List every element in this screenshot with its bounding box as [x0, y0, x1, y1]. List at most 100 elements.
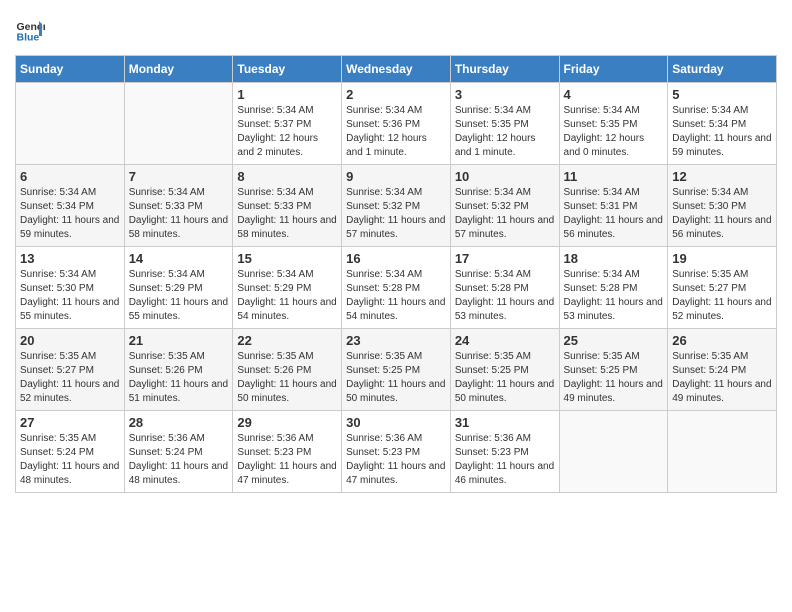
day-info: Sunrise: 5:35 AMSunset: 5:25 PMDaylight:… [346, 350, 446, 406]
calendar-cell [16, 83, 125, 165]
calendar-cell: 29 Sunrise: 5:36 AMSunset: 5:23 PMDayligh… [233, 411, 342, 493]
day-info: Sunrise: 5:35 AMSunset: 5:27 PMDaylight:… [672, 268, 772, 324]
calendar-cell: 25Sunrise: 5:35 AMSunset: 5:25 PMDayligh… [559, 329, 668, 411]
day-info: Sunrise: 5:34 AMSunset: 5:28 PMDaylight:… [455, 268, 555, 324]
calendar-cell: 8 Sunrise: 5:34 AMSunset: 5:33 PMDaylight… [233, 165, 342, 247]
calendar-cell: 19 Sunrise: 5:35 AMSunset: 5:27 PMDayligh… [668, 247, 777, 329]
day-info: Sunrise: 5:34 AMSunset: 5:32 PMDaylight:… [455, 186, 555, 242]
calendar-week-2: 6 Sunrise: 5:34 AMSunset: 5:34 PMDaylight… [16, 165, 777, 247]
day-number: 29 [237, 415, 337, 430]
day-number: 6 [20, 169, 120, 184]
weekday-header-thursday: Thursday [450, 56, 559, 83]
day-info: Sunrise: 5:36 AMSunset: 5:24 PMDaylight:… [129, 432, 229, 488]
calendar-cell: 31 Sunrise: 5:36 AMSunset: 5:23 PMDayligh… [450, 411, 559, 493]
day-info: Sunrise: 5:35 AMSunset: 5:25 PMDaylight:… [455, 350, 555, 406]
logo: General Blue [15, 15, 49, 45]
calendar-cell: 30Sunrise: 5:36 AMSunset: 5:23 PMDayligh… [342, 411, 451, 493]
day-number: 23 [346, 333, 446, 348]
day-info: Sunrise: 5:34 AMSunset: 5:34 PMDaylight:… [20, 186, 120, 242]
calendar-cell: 16Sunrise: 5:34 AMSunset: 5:28 PMDayligh… [342, 247, 451, 329]
calendar-cell: 13 Sunrise: 5:34 AMSunset: 5:30 PMDayligh… [16, 247, 125, 329]
day-info: Sunrise: 5:34 AMSunset: 5:34 PMDaylight:… [672, 104, 772, 160]
day-number: 4 [564, 87, 664, 102]
calendar-cell: 24 Sunrise: 5:35 AMSunset: 5:25 PMDayligh… [450, 329, 559, 411]
calendar-week-3: 13 Sunrise: 5:34 AMSunset: 5:30 PMDayligh… [16, 247, 777, 329]
calendar-cell [668, 411, 777, 493]
calendar-week-1: 1Sunrise: 5:34 AMSunset: 5:37 PMDaylight… [16, 83, 777, 165]
day-info: Sunrise: 5:34 AMSunset: 5:28 PMDaylight:… [346, 268, 446, 324]
day-number: 2 [346, 87, 446, 102]
day-number: 8 [237, 169, 337, 184]
day-info: Sunrise: 5:34 AMSunset: 5:33 PMDaylight:… [129, 186, 229, 242]
calendar-cell: 2 Sunrise: 5:34 AMSunset: 5:36 PMDaylight… [342, 83, 451, 165]
day-number: 19 [672, 251, 772, 266]
day-info: Sunrise: 5:34 AMSunset: 5:30 PMDaylight:… [20, 268, 120, 324]
day-number: 13 [20, 251, 120, 266]
day-info: Sunrise: 5:34 AMSunset: 5:31 PMDaylight:… [564, 186, 664, 242]
day-number: 7 [129, 169, 229, 184]
calendar-cell: 27 Sunrise: 5:35 AMSunset: 5:24 PMDayligh… [16, 411, 125, 493]
calendar-cell: 14 Sunrise: 5:34 AMSunset: 5:29 PMDayligh… [124, 247, 233, 329]
day-number: 20 [20, 333, 120, 348]
calendar-week-4: 20Sunrise: 5:35 AMSunset: 5:27 PMDayligh… [16, 329, 777, 411]
day-number: 28 [129, 415, 229, 430]
calendar-cell: 4 Sunrise: 5:34 AMSunset: 5:35 PMDaylight… [559, 83, 668, 165]
calendar-cell: 9 Sunrise: 5:34 AMSunset: 5:32 PMDaylight… [342, 165, 451, 247]
calendar-cell: 15Sunrise: 5:34 AMSunset: 5:29 PMDayligh… [233, 247, 342, 329]
day-number: 17 [455, 251, 555, 266]
calendar-cell [559, 411, 668, 493]
day-number: 3 [455, 87, 555, 102]
day-info: Sunrise: 5:35 AMSunset: 5:24 PMDaylight:… [20, 432, 120, 488]
day-number: 31 [455, 415, 555, 430]
day-number: 30 [346, 415, 446, 430]
day-number: 11 [564, 169, 664, 184]
calendar-cell: 22Sunrise: 5:35 AMSunset: 5:26 PMDayligh… [233, 329, 342, 411]
day-info: Sunrise: 5:34 AMSunset: 5:35 PMDaylight:… [455, 104, 555, 160]
day-number: 14 [129, 251, 229, 266]
day-number: 22 [237, 333, 337, 348]
day-info: Sunrise: 5:34 AMSunset: 5:36 PMDaylight:… [346, 104, 446, 160]
calendar-cell: 5 Sunrise: 5:34 AMSunset: 5:34 PMDaylight… [668, 83, 777, 165]
calendar-cell: 26 Sunrise: 5:35 AMSunset: 5:24 PMDayligh… [668, 329, 777, 411]
day-info: Sunrise: 5:35 AMSunset: 5:24 PMDaylight:… [672, 350, 772, 406]
day-number: 24 [455, 333, 555, 348]
day-number: 25 [564, 333, 664, 348]
calendar-cell: 18 Sunrise: 5:34 AMSunset: 5:28 PMDayligh… [559, 247, 668, 329]
day-info: Sunrise: 5:34 AMSunset: 5:29 PMDaylight:… [129, 268, 229, 324]
day-number: 27 [20, 415, 120, 430]
day-number: 15 [237, 251, 337, 266]
day-number: 18 [564, 251, 664, 266]
calendar-cell: 12Sunrise: 5:34 AMSunset: 5:30 PMDayligh… [668, 165, 777, 247]
day-info: Sunrise: 5:36 AMSunset: 5:23 PMDaylight:… [237, 432, 337, 488]
calendar-cell: 3 Sunrise: 5:34 AMSunset: 5:35 PMDaylight… [450, 83, 559, 165]
day-info: Sunrise: 5:34 AMSunset: 5:33 PMDaylight:… [237, 186, 337, 242]
weekday-header-wednesday: Wednesday [342, 56, 451, 83]
calendar-cell: 23 Sunrise: 5:35 AMSunset: 5:25 PMDayligh… [342, 329, 451, 411]
day-number: 5 [672, 87, 772, 102]
weekday-header-monday: Monday [124, 56, 233, 83]
calendar-cell: 17 Sunrise: 5:34 AMSunset: 5:28 PMDayligh… [450, 247, 559, 329]
day-number: 10 [455, 169, 555, 184]
day-number: 26 [672, 333, 772, 348]
calendar-cell: 28 Sunrise: 5:36 AMSunset: 5:24 PMDayligh… [124, 411, 233, 493]
day-number: 1 [237, 87, 337, 102]
calendar-cell: 10 Sunrise: 5:34 AMSunset: 5:32 PMDayligh… [450, 165, 559, 247]
weekday-header-sunday: Sunday [16, 56, 125, 83]
day-info: Sunrise: 5:34 AMSunset: 5:28 PMDaylight:… [564, 268, 664, 324]
day-number: 12 [672, 169, 772, 184]
day-info: Sunrise: 5:36 AMSunset: 5:23 PMDaylight:… [455, 432, 555, 488]
day-number: 21 [129, 333, 229, 348]
calendar-cell: 21 Sunrise: 5:35 AMSunset: 5:26 PMDayligh… [124, 329, 233, 411]
calendar-cell: 7 Sunrise: 5:34 AMSunset: 5:33 PMDaylight… [124, 165, 233, 247]
day-info: Sunrise: 5:34 AMSunset: 5:32 PMDaylight:… [346, 186, 446, 242]
svg-text:Blue: Blue [17, 32, 40, 44]
calendar-cell: 1Sunrise: 5:34 AMSunset: 5:37 PMDaylight… [233, 83, 342, 165]
weekday-header-tuesday: Tuesday [233, 56, 342, 83]
calendar-week-5: 27 Sunrise: 5:35 AMSunset: 5:24 PMDayligh… [16, 411, 777, 493]
logo-icon: General Blue [15, 15, 45, 45]
day-info: Sunrise: 5:34 AMSunset: 5:35 PMDaylight:… [564, 104, 664, 160]
day-info: Sunrise: 5:35 AMSunset: 5:26 PMDaylight:… [129, 350, 229, 406]
calendar-table: SundayMondayTuesdayWednesdayThursdayFrid… [15, 55, 777, 493]
weekday-header-saturday: Saturday [668, 56, 777, 83]
day-number: 9 [346, 169, 446, 184]
